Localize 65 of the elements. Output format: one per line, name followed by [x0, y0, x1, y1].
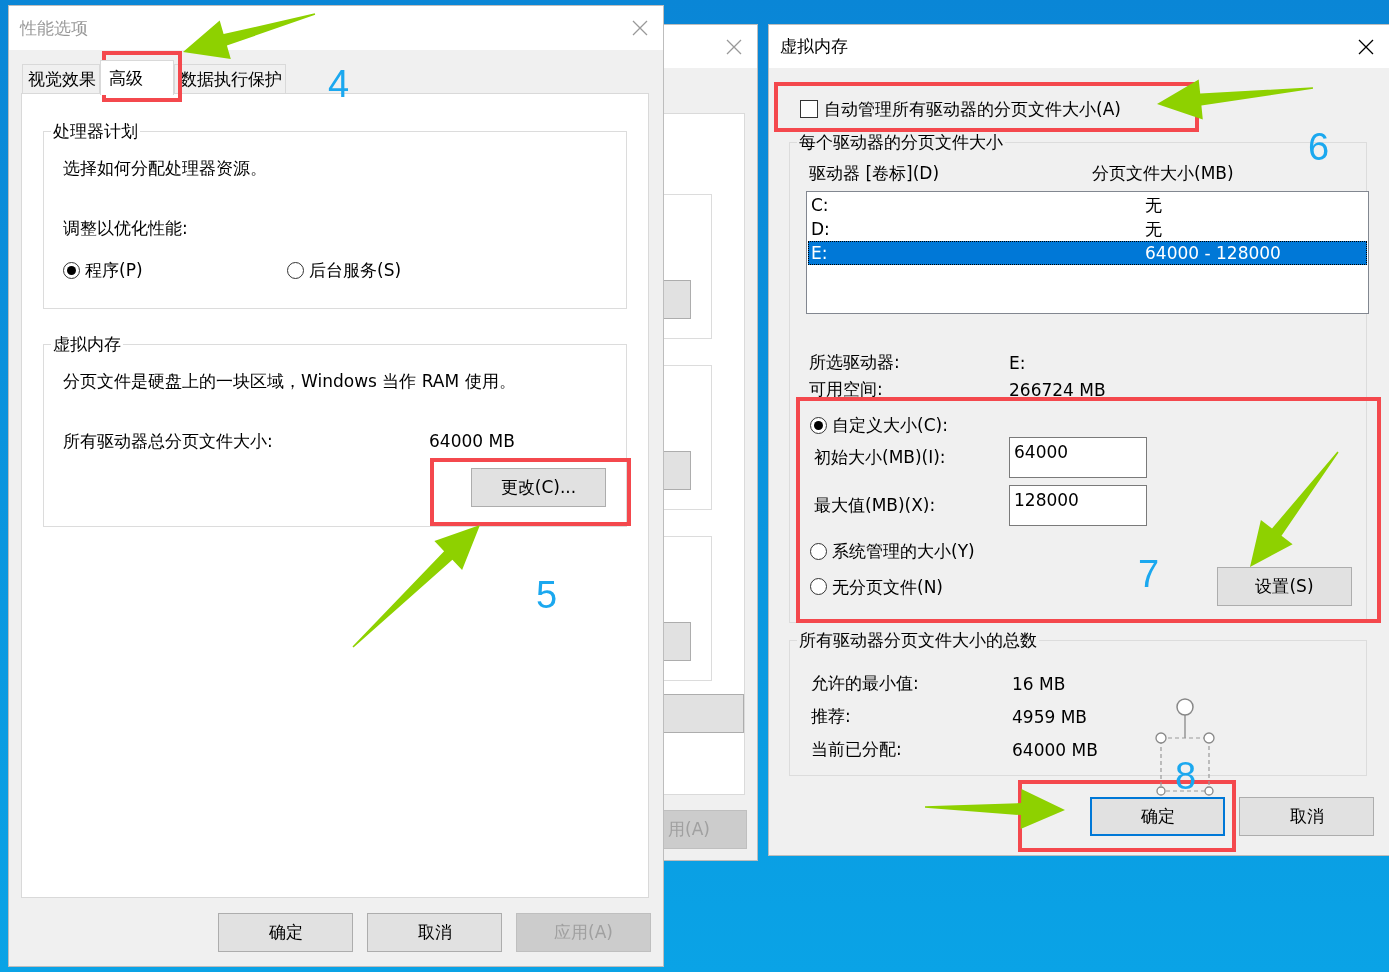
step-number: 5	[536, 573, 558, 617]
list-row[interactable]: C: 无	[808, 193, 1367, 217]
radio-icon[interactable]	[63, 261, 80, 279]
page-file-size: 无	[1145, 193, 1162, 217]
drive-letter: E:	[811, 243, 829, 263]
summary-label: 允许的最小值:	[811, 672, 920, 695]
input-field[interactable]: 64000	[1009, 437, 1147, 478]
column-header: 分页文件大小(MB)	[1092, 163, 1234, 183]
checkbox-label[interactable]: 自动管理所有驱动器的分页文件大小(A)	[824, 97, 1121, 121]
group-title: 所有驱动器分页文件大小的总数	[797, 629, 1039, 651]
total-value: 64000 MB	[429, 430, 515, 452]
input-field[interactable]: 128000	[1009, 485, 1147, 526]
summary-value: 64000 MB	[1012, 739, 1098, 760]
window-title: 性能选项	[20, 16, 88, 40]
dialog-button[interactable]: 取消	[367, 913, 502, 952]
radio-label[interactable]: 后台服务(S)	[309, 259, 402, 281]
info-label: 所选驱动器:	[809, 351, 901, 374]
page-file-size: 无	[1145, 217, 1162, 241]
group-title: 处理器计划	[51, 120, 140, 142]
summary-label: 推荐:	[811, 705, 852, 728]
page-file-size: 64000 - 128000	[1145, 243, 1281, 263]
radio-button[interactable]: 程序(P)	[63, 259, 287, 281]
description-text: 分页文件是硬盘上的一块区域，Windows 当作 RAM 使用。	[63, 370, 517, 392]
radio-label[interactable]: 程序(P)	[85, 259, 143, 281]
drive-letter: D:	[811, 219, 831, 239]
tab[interactable]: 视觉效果	[22, 64, 100, 93]
radio-icon[interactable]	[810, 416, 827, 434]
group-title: 虚拟内存	[51, 333, 123, 355]
description-text: 选择如何分配处理器资源。	[63, 157, 268, 179]
field-label: 最大值(MB)(X):	[813, 494, 937, 517]
window-title: 虚拟内存	[780, 35, 848, 58]
step-number: 7	[1138, 552, 1160, 596]
list-row[interactable]: E: 64000 - 128000	[808, 241, 1367, 265]
info-value: 266724 MB	[1009, 379, 1106, 400]
total-label: 所有驱动器总分页文件大小:	[63, 430, 274, 452]
radio-label[interactable]: 无分页文件(N)	[832, 575, 943, 598]
drive-letter: C:	[811, 195, 830, 215]
radio-icon[interactable]	[287, 261, 304, 279]
radio-button[interactable]: 自定义大小(C):	[810, 415, 1352, 435]
summary-value: 16 MB	[1012, 673, 1066, 694]
radio-label[interactable]: 自定义大小(C):	[832, 414, 948, 436]
prompt-text: 调整以优化性能:	[63, 217, 189, 239]
step-number: 4	[328, 62, 350, 106]
step-number: 6	[1308, 125, 1330, 169]
close-icon[interactable]	[1358, 38, 1374, 55]
summary-label: 当前已分配:	[811, 738, 903, 761]
group-title: 每个驱动器的分页文件大小	[797, 131, 1005, 153]
tab[interactable]: 高级	[100, 60, 174, 95]
radio-icon[interactable]	[810, 542, 827, 560]
radio-icon[interactable]	[810, 578, 827, 595]
dialog-button[interactable]: 确定	[1090, 797, 1225, 836]
info-label: 可用空间:	[809, 378, 884, 401]
dialog-button[interactable]: 取消	[1239, 797, 1374, 836]
dialog-button[interactable]: 确定	[218, 913, 353, 952]
drive-list[interactable]: C: 无 D: 无 E: 64000 - 128000	[806, 191, 1369, 314]
info-value: E:	[1009, 352, 1026, 373]
radio-button[interactable]: 无分页文件(N)	[810, 575, 943, 598]
radio-button[interactable]: 后台服务(S)	[287, 259, 511, 281]
summary-value: 4959 MB	[1012, 706, 1087, 727]
field-label: 初始大小(MB)(I):	[813, 446, 947, 469]
column-header: 驱动器 [卷标](D)	[809, 163, 941, 183]
checkbox[interactable]	[800, 100, 818, 118]
set-button[interactable]: 设置(S)	[1217, 567, 1352, 606]
change-button[interactable]: 更改(C)...	[471, 468, 606, 507]
list-row[interactable]: D: 无	[808, 217, 1367, 241]
